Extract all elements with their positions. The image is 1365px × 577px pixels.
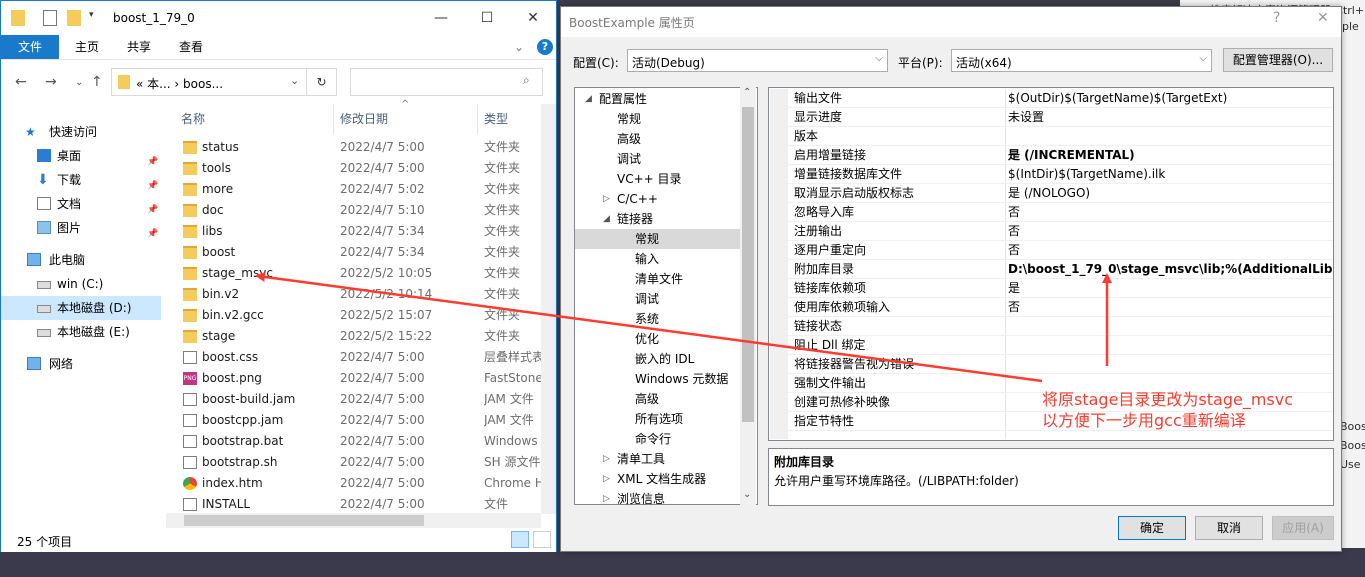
annotation-arrows xyxy=(255,271,1112,383)
annotation-line-1: 将原stage目录更改为stage_msvc xyxy=(1042,390,1294,409)
annotation-arrow-to-folder xyxy=(255,271,1043,383)
annotation-note: 将原stage目录更改为stage_msvc 以方便下一步用gcc重新编译 xyxy=(1042,389,1293,431)
annotation-line-2: 以方便下一步用gcc重新编译 xyxy=(1042,411,1246,430)
